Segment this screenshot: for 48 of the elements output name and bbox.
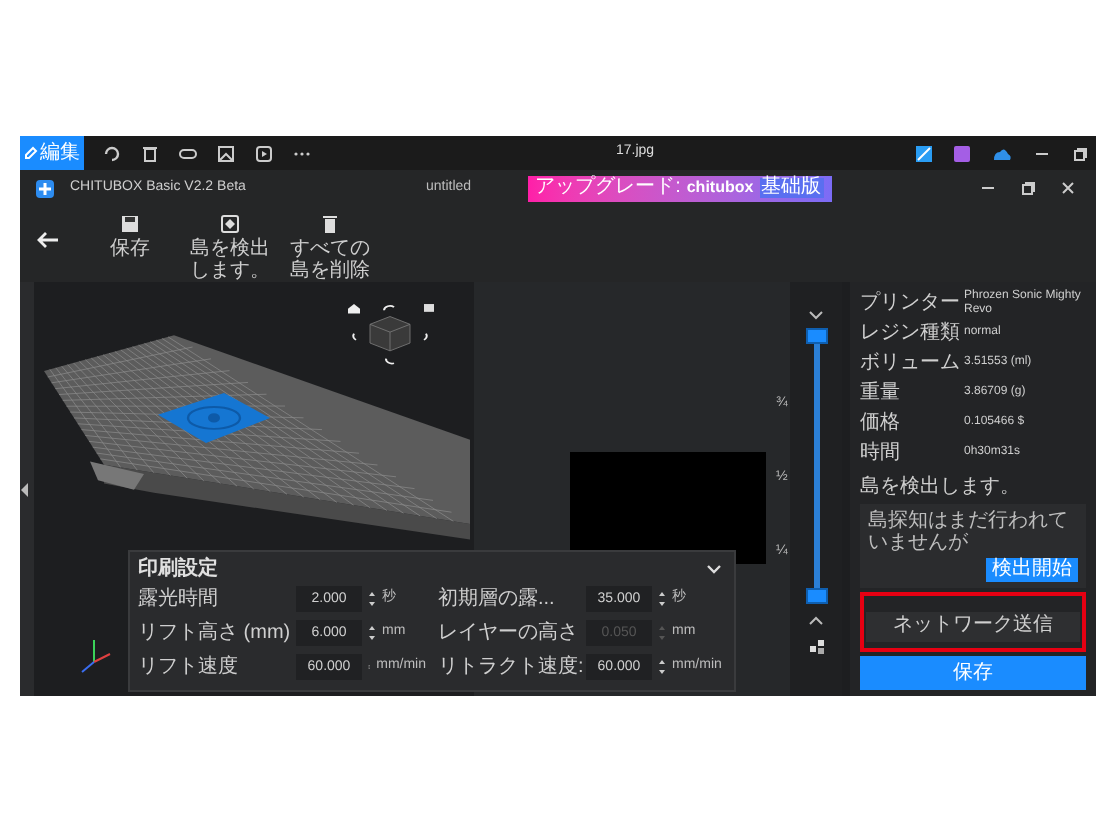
network-send-button[interactable]: ネットワーク送信	[866, 611, 1080, 641]
info-label: ボリューム	[860, 353, 962, 373]
field-label: リフト速度	[138, 657, 240, 677]
section-title: 島を検出します。	[860, 478, 1022, 498]
info-label: 価格	[860, 413, 902, 433]
field-label: 初期層の露...	[438, 589, 557, 609]
chevron-up-icon[interactable]	[808, 616, 824, 626]
chevron-down-icon[interactable]	[808, 310, 824, 320]
info-label: レジン種類	[860, 323, 962, 343]
image-icon[interactable]	[216, 143, 236, 163]
spinner-icon[interactable]	[368, 624, 376, 642]
info-label: 重量	[860, 383, 902, 403]
layer-slider-track[interactable]	[805, 328, 827, 604]
info-label: 時間	[860, 443, 902, 463]
pencil-icon	[24, 146, 38, 160]
field-label: レイヤーの高さ	[438, 623, 580, 643]
slider-thumb[interactable]	[805, 588, 827, 604]
back-arrow-icon[interactable]	[36, 230, 60, 250]
restore-icon[interactable]	[1072, 145, 1088, 161]
status-message: 島探知はまだ行われていませんが	[868, 510, 1070, 554]
axes-icon	[81, 639, 111, 673]
field-label: 露光時間	[138, 589, 220, 609]
app-icon[interactable]	[916, 145, 932, 161]
field-label: リフト高さ (mm)	[138, 623, 290, 643]
spinner-icon[interactable]	[658, 658, 666, 676]
restore-icon[interactable]	[1020, 180, 1036, 196]
toolbar-button[interactable]: 保存	[84, 214, 176, 260]
chevron-down-icon[interactable]	[706, 564, 722, 574]
field-label: リトラクト速度:	[438, 657, 580, 677]
panel-title: 印刷設定	[138, 559, 218, 579]
app-logo-icon	[36, 179, 54, 197]
close-icon[interactable]	[1060, 180, 1076, 196]
upgrade-button[interactable]: アップグレード: chitubox 基础版	[527, 175, 832, 201]
spinner-icon[interactable]	[368, 590, 376, 608]
rotate-icon[interactable]	[102, 143, 122, 163]
toolbar-button[interactable]: 島を検出します。	[184, 214, 276, 282]
slider-thumb[interactable]	[805, 328, 827, 344]
diamond-icon	[220, 214, 240, 234]
spinner-icon[interactable]	[658, 590, 666, 608]
info-label: プリンター	[860, 293, 962, 313]
cloud-icon[interactable]	[992, 145, 1012, 161]
toolbar-button[interactable]: すべての島を削除	[284, 214, 376, 282]
collapse-handle-icon[interactable]	[20, 481, 30, 497]
save-icon	[120, 214, 140, 234]
trash-icon[interactable]	[140, 143, 160, 163]
layers-icon[interactable]	[807, 638, 825, 656]
trash-icon	[320, 214, 340, 234]
play-icon[interactable]	[254, 143, 274, 163]
